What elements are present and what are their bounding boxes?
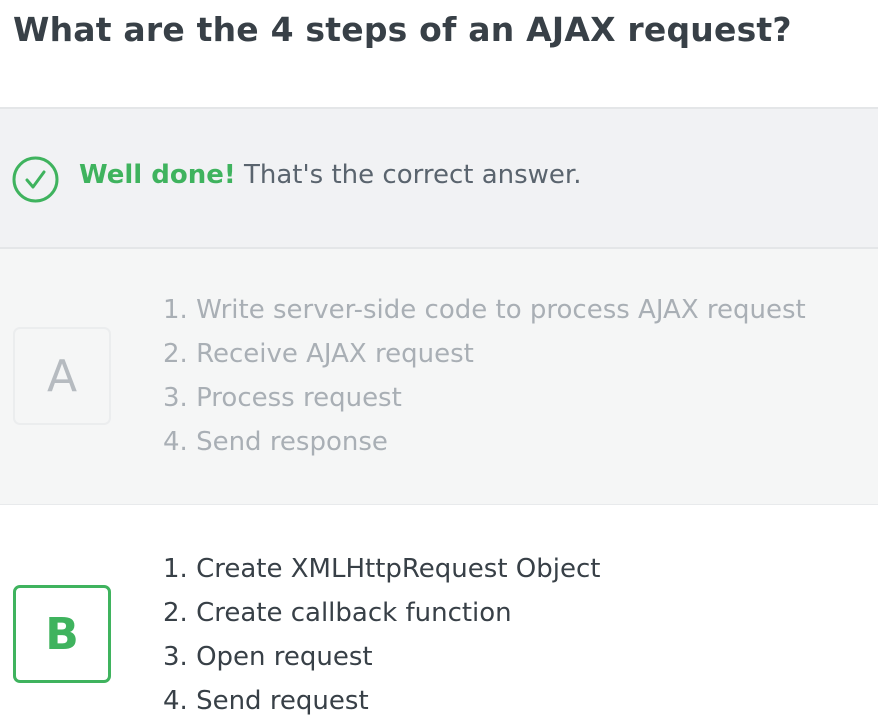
check-circle-icon [12,156,59,203]
feedback-detail: That's the correct answer. [235,160,582,190]
feedback-status: Well done! [79,160,236,190]
option-step: 2. Create callback function [163,598,512,628]
quiz-page: What are the 4 steps of an AJAX request?… [0,0,878,728]
option-step: 1. Write server-side code to process AJA… [163,295,806,325]
option-step: 4. Send response [163,427,388,457]
option-step: 2. Receive AJAX request [163,339,474,369]
option-step: 3. Open request [163,642,373,672]
option-step: 4. Send request [163,686,369,716]
answer-option-a[interactable]: A 1. Write server-side code to process A… [0,249,878,505]
option-letter-badge: B [13,585,111,683]
option-step: 3. Process request [163,383,402,413]
option-letter-badge: A [13,327,111,425]
answer-option-b[interactable]: B 1. Create XMLHttpRequest Object 2. Cre… [0,506,878,728]
feedback-banner: Well done! That's the correct answer. [0,107,878,249]
option-step: 1. Create XMLHttpRequest Object [163,554,601,584]
option-steps-list: 1. Create XMLHttpRequest Object 2. Creat… [163,552,600,728]
option-steps-list: 1. Write server-side code to process AJA… [163,293,806,469]
feedback-message: Well done! That's the correct answer. [79,160,581,190]
question-title: What are the 4 steps of an AJAX request? [13,10,792,49]
